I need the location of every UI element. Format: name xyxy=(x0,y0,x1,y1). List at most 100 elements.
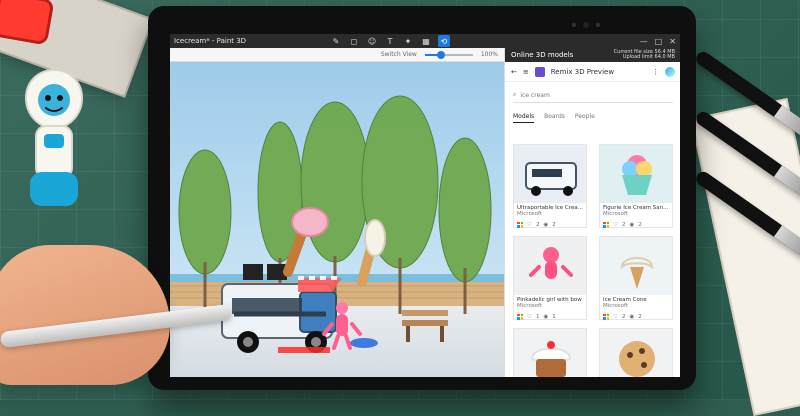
close-icon[interactable]: ✕ xyxy=(669,37,676,46)
views-count: 2 xyxy=(638,313,642,320)
remix-brand: Remix 3D Preview xyxy=(550,67,615,76)
microsoft-logo-icon xyxy=(517,313,523,320)
account-avatar[interactable] xyxy=(665,66,675,77)
model-card[interactable]: Figurie Ice Cream San... Microsoft ♡ 2 ◉… xyxy=(599,144,673,228)
likes-count: 2 xyxy=(621,313,626,320)
views-icon: ◉ xyxy=(629,313,635,320)
text-icon[interactable]: T xyxy=(384,35,396,47)
tab-models[interactable]: Models xyxy=(513,113,535,123)
model-author: Microsoft xyxy=(517,211,543,218)
model-card[interactable] xyxy=(599,328,673,377)
search-row: ⌕ ice cream xyxy=(513,88,673,103)
model-thumbnail xyxy=(600,145,672,203)
views-count: 1 xyxy=(552,313,556,320)
cupcake-thumbnail xyxy=(514,329,586,377)
panel-title: Online 3D models xyxy=(511,51,574,59)
model-thumbnail xyxy=(600,329,672,377)
views-count: 2 xyxy=(552,221,556,228)
red-ring xyxy=(0,0,55,46)
back-arrow-icon[interactable]: ← xyxy=(511,68,517,76)
pink-character-thumbnail xyxy=(514,237,586,295)
model-title: Ultraportable Ice Crea... xyxy=(517,205,583,211)
tab-boards[interactable]: Boards xyxy=(544,113,565,123)
ice-cream-sundae-thumbnail xyxy=(600,145,672,203)
stickers-icon[interactable]: ☺ xyxy=(366,35,378,47)
camera-icon xyxy=(572,22,600,28)
model-author: Microsoft xyxy=(517,303,543,310)
model-thumbnail xyxy=(514,145,586,203)
view-bar: Switch View 100% xyxy=(170,48,504,62)
model-title: Pinkadelic girl with bow xyxy=(517,297,582,303)
menu-icon[interactable]: ≡ xyxy=(523,68,529,76)
file-size-status: Current file size 56.4 MB Upload limit 6… xyxy=(614,49,675,61)
scene-illustration xyxy=(170,62,504,377)
app-titlebar: Icecream* - Paint 3D ✎ ◻ ☺ T ✦ ▦ ⟲ — □ ✕ xyxy=(170,34,680,48)
remix-3d-icon[interactable]: ⟲ xyxy=(438,35,450,47)
zoom-slider-knob[interactable] xyxy=(437,50,446,59)
search-icon: ⌕ xyxy=(513,91,517,98)
model-stats: ♡ 2 ◉ 2 xyxy=(600,220,672,230)
more-options-icon[interactable]: ⋮ xyxy=(652,68,659,76)
window-controls: — □ ✕ xyxy=(640,34,676,48)
shapes-icon[interactable]: ◻ xyxy=(348,35,360,47)
model-author: Microsoft xyxy=(603,211,629,218)
zoom-label: 100% xyxy=(480,51,498,58)
ice-cream-truck-thumbnail xyxy=(514,145,586,203)
model-card[interactable] xyxy=(513,328,587,377)
remix-brandbar: ← ≡ Remix 3D Preview ⋮ xyxy=(505,62,680,82)
microsoft-logo-icon xyxy=(603,313,609,320)
tab-people[interactable]: People xyxy=(575,113,595,123)
views-count: 2 xyxy=(638,221,642,228)
brush-icon[interactable]: ✎ xyxy=(330,35,342,47)
microsoft-logo-icon xyxy=(603,221,609,228)
views-icon: ◉ xyxy=(629,221,635,228)
views-icon: ◉ xyxy=(543,221,549,228)
model-meta: Figurie Ice Cream San... Microsoft xyxy=(600,203,672,220)
canvas-icon[interactable]: ▦ xyxy=(420,35,432,47)
model-thumbnail xyxy=(514,329,586,377)
model-stats: ♡ 1 ◉ 1 xyxy=(514,312,586,322)
scene-canvas[interactable] xyxy=(170,62,504,377)
model-card[interactable]: Pinkadelic girl with bow Microsoft ♡ 1 ◉… xyxy=(513,236,587,320)
likes-icon: ♡ xyxy=(613,221,618,228)
panel-header: Online 3D models Current file size 56.4 … xyxy=(505,48,680,62)
maximize-icon[interactable]: □ xyxy=(655,37,663,46)
likes-icon: ♡ xyxy=(527,313,532,320)
model-meta: Pinkadelic girl with bow Microsoft xyxy=(514,295,586,312)
model-thumbnail xyxy=(600,237,672,295)
online-3d-models-panel: Online 3D models Current file size 56.4 … xyxy=(504,48,680,377)
model-card[interactable]: Ultraportable Ice Crea... Microsoft ♡ 2 … xyxy=(513,144,587,228)
ice-cream-cone-thumbnail xyxy=(600,237,672,295)
likes-icon: ♡ xyxy=(613,313,618,320)
microsoft-logo-icon xyxy=(517,221,523,228)
model-author: Microsoft xyxy=(603,303,629,310)
minimize-icon[interactable]: — xyxy=(640,37,648,46)
model-stats: ♡ 2 ◉ 2 xyxy=(514,220,586,230)
cookie-thumbnail xyxy=(600,329,672,377)
views-icon: ◉ xyxy=(543,313,549,320)
likes-count: 1 xyxy=(535,313,540,320)
model-title: Figurie Ice Cream San... xyxy=(603,205,669,211)
switch-view-button[interactable]: Switch View xyxy=(381,51,417,58)
main-toolbar: ✎ ◻ ☺ T ✦ ▦ ⟲ xyxy=(330,34,450,48)
window-title: Icecream* - Paint 3D xyxy=(174,37,247,45)
model-thumbnail xyxy=(514,237,586,295)
tabs: Models Boards People xyxy=(505,103,680,127)
status-line-2: Upload limit 64.0 MB xyxy=(622,54,675,60)
zoom-slider[interactable] xyxy=(424,50,473,59)
model-title: Ice Cream Cone xyxy=(603,297,647,303)
likes-icon: ♡ xyxy=(527,221,532,228)
model-meta: Ice Cream Cone Microsoft xyxy=(600,295,672,312)
zoom-controls: Switch View 100% xyxy=(381,50,498,59)
model-meta: Ultraportable Ice Crea... Microsoft xyxy=(514,203,586,220)
tablet-screen: Icecream* - Paint 3D ✎ ◻ ☺ T ✦ ▦ ⟲ — □ ✕… xyxy=(170,34,680,377)
search-input[interactable]: ice cream xyxy=(520,92,549,99)
tablet: Icecream* - Paint 3D ✎ ◻ ☺ T ✦ ▦ ⟲ — □ ✕… xyxy=(148,6,696,390)
model-card[interactable]: Ice Cream Cone Microsoft ♡ 2 ◉ 2 xyxy=(599,236,673,320)
astronaut-figurine xyxy=(24,68,84,206)
effects-icon[interactable]: ✦ xyxy=(402,35,414,47)
likes-count: 2 xyxy=(621,221,626,228)
likes-count: 2 xyxy=(535,221,540,228)
model-stats: ♡ 2 ◉ 2 xyxy=(600,312,672,322)
remix-3d-logo-icon xyxy=(534,66,545,77)
